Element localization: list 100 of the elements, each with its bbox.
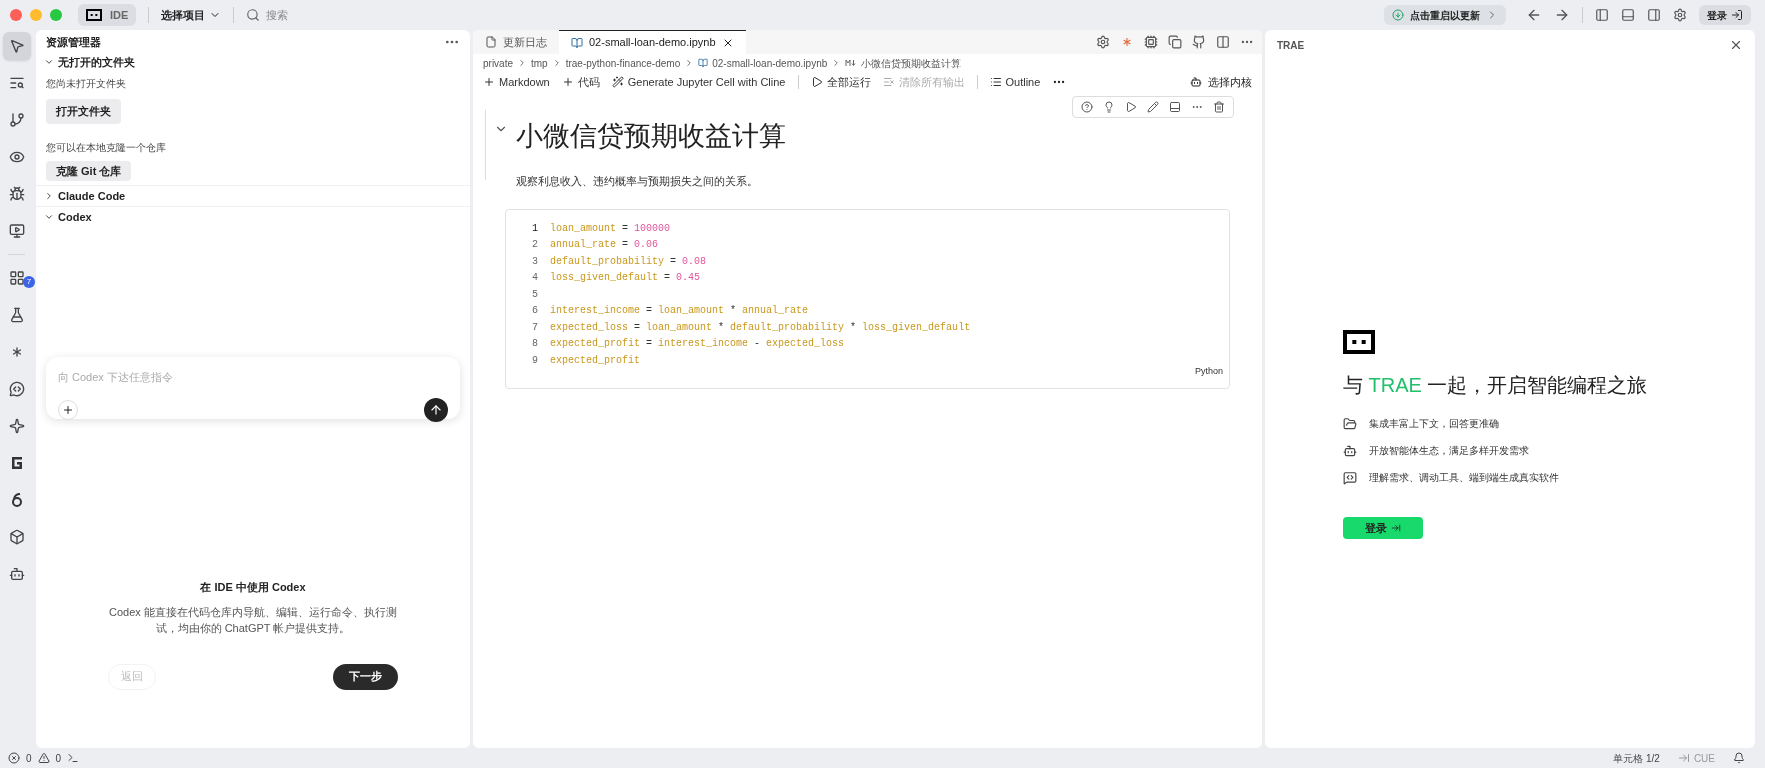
notebook-icon — [698, 58, 709, 68]
sparkle-icon — [8, 418, 25, 434]
copy-icon[interactable] — [1168, 35, 1182, 49]
logo-icon — [86, 9, 102, 21]
code-line: annual_rate = 0.06 — [550, 238, 659, 253]
panel-title: 资源管理器 — [46, 34, 101, 50]
line-number: 3 — [531, 254, 538, 269]
breadcrumb-item[interactable]: 02-small-loan-demo.ipynb — [698, 55, 828, 71]
help-icon[interactable] — [1081, 101, 1093, 113]
back-arrow-icon[interactable] — [1526, 7, 1542, 23]
toolbar-button[interactable]: Generate Jupyter Cell with Cline — [611, 73, 786, 91]
section-header[interactable]: Claude Code — [36, 185, 470, 206]
code-chat-icon — [1343, 470, 1357, 485]
prompt-field[interactable]: 向 Codex 下达任意指令 — [58, 369, 448, 386]
feature-text: 集成丰富上下文，回答更准确 — [1369, 417, 1499, 431]
kernel-selector[interactable]: 选择内核 — [1190, 73, 1252, 91]
login-icon — [1731, 9, 1743, 21]
logo-icon — [1343, 330, 1375, 354]
robot-icon — [8, 566, 25, 582]
code-line: default_probability = 0.08 — [550, 254, 707, 269]
bottom-panel-icon[interactable] — [1621, 8, 1635, 22]
send-button[interactable] — [424, 397, 448, 422]
codex-description: Codex 能直接在代码仓库内导航、编辑、运行命令、执行测试，均由你的 ChatGPT 帐户提供支持。 — [108, 604, 398, 636]
bug-icon — [8, 186, 25, 202]
cell-position[interactable]: 单元格 1/2 — [1613, 750, 1660, 766]
section-header[interactable]: Codex — [36, 206, 470, 227]
code-line: loan_amount = 100000 — [550, 221, 671, 236]
left-panel-icon[interactable] — [1595, 8, 1609, 22]
welcome-headline: 与 TRAE 一起，开启智能编程之旅 — [1343, 373, 1649, 398]
feature-text: 开放智能体生态，满足多样开发需求 — [1369, 444, 1529, 458]
chevron-icon — [44, 212, 54, 222]
warning-icon[interactable] — [37, 752, 50, 764]
toolbar-button[interactable]: 全部运行 — [810, 73, 871, 91]
notebook-icon — [571, 36, 583, 49]
next-button[interactable]: 下一步 — [333, 663, 398, 690]
login-button[interactable]: 登录 — [1343, 517, 1423, 539]
flask-icon — [8, 307, 25, 323]
info-text: 您可以在本地克隆一个仓库 — [46, 140, 166, 155]
line-number: 4 — [531, 271, 538, 286]
clone-repo-button[interactable]: 克隆 Git 仓库 — [46, 160, 132, 181]
error-count[interactable]: 0 — [26, 750, 32, 766]
breadcrumb-item[interactable]: trae-python-finance-demo — [565, 55, 681, 71]
close-icon[interactable] — [1729, 38, 1743, 52]
markdown-icon — [845, 59, 858, 67]
toolbar-button[interactable]: Markdown — [483, 73, 550, 91]
right-panel-icon[interactable] — [1647, 8, 1661, 22]
play-icon — [810, 76, 823, 88]
code-line: expected_profit = interest_income - expected_loss — [550, 337, 845, 352]
settings-icon[interactable] — [1673, 8, 1687, 22]
open-folder-button[interactable]: 打开文件夹 — [46, 99, 121, 124]
bell-icon[interactable] — [1733, 752, 1745, 764]
language-label[interactable]: Python — [1194, 364, 1223, 378]
toolbar-button[interactable]: Outline — [989, 73, 1041, 91]
chat-bubble-icon — [8, 381, 25, 397]
chevron-icon — [44, 191, 54, 201]
cube-icon — [8, 529, 25, 545]
forward-arrow-icon[interactable] — [1554, 7, 1570, 23]
info-text: 您尚未打开文件夹 — [46, 77, 126, 91]
login-icon — [1391, 523, 1401, 533]
project-selector[interactable]: 选择项目 — [161, 6, 222, 24]
editor-tab[interactable]: 02-small-loan-demo.ipynb — [559, 30, 746, 54]
markdown-text: 观察利息收入、违约概率与预期损失之间的关系。 — [516, 173, 759, 189]
activity-button[interactable] — [2, 32, 31, 60]
section-header[interactable]: 无打开的文件夹 — [44, 54, 462, 70]
update-button[interactable]: 点击重启以更新 — [1384, 5, 1506, 25]
code-cell[interactable] — [505, 209, 1230, 389]
warning-count[interactable]: 0 — [55, 750, 62, 766]
branch-icon — [8, 112, 25, 128]
lightbulb-icon[interactable] — [1103, 101, 1115, 113]
chevron-icon — [517, 58, 527, 68]
code-line: expected_profit — [550, 353, 640, 368]
code-line: interest_income = loan_amount * annual_rate — [550, 304, 809, 319]
monitor-icon — [8, 223, 25, 239]
settings-icon[interactable] — [1096, 35, 1110, 49]
line-number: 1 — [531, 221, 538, 236]
editor-tab[interactable]: 更新日志 — [473, 30, 559, 54]
trash-icon[interactable] — [1213, 101, 1225, 113]
breadcrumb-item[interactable]: tmp — [531, 55, 548, 71]
line-number: 8 — [531, 337, 538, 352]
pencil-icon[interactable] — [1147, 101, 1159, 113]
login-button[interactable]: 登录 — [1699, 5, 1751, 25]
line-number: 9 — [531, 353, 538, 368]
panel-icon[interactable] — [1169, 101, 1181, 113]
breadcrumb-item[interactable]: private — [483, 55, 513, 71]
asterisk-icon[interactable] — [1120, 35, 1134, 49]
terminal-icon[interactable] — [67, 752, 80, 764]
chip-icon[interactable] — [1144, 35, 1158, 49]
line-number: 7 — [531, 320, 538, 335]
github-icon[interactable] — [1192, 35, 1206, 49]
error-icon[interactable] — [8, 752, 20, 764]
play-icon[interactable] — [1125, 101, 1137, 113]
notification-badge: 7 — [23, 276, 35, 288]
toolbar-button[interactable]: 代码 — [561, 73, 600, 91]
split-icon[interactable] — [1216, 35, 1230, 49]
line-number: 2 — [531, 238, 538, 253]
search-field[interactable]: 搜索 — [266, 6, 427, 24]
breadcrumb-item[interactable]: 小微信贷预期收益计算 — [845, 55, 962, 71]
tab-arrow-icon — [1677, 752, 1690, 764]
markdown-heading: 小微信贷预期收益计算 — [516, 120, 786, 153]
mode-switch[interactable]: IDE — [78, 4, 137, 26]
